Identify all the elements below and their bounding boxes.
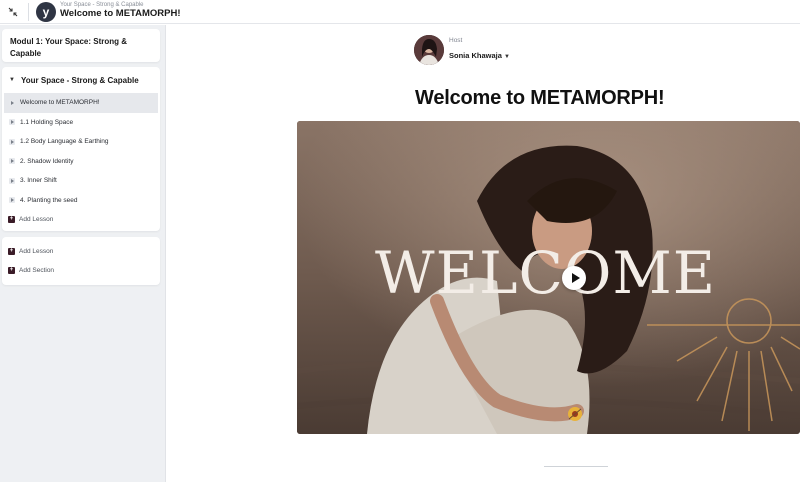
plus-icon: + <box>8 216 15 223</box>
lesson-item-inner-shift[interactable]: 3. Inner Shift <box>2 171 160 191</box>
module-actions-card: + Add Lesson + Add Section <box>2 237 160 285</box>
play-icon <box>9 119 15 126</box>
play-icon <box>9 99 15 106</box>
host-block: Host Sonia Khawaja ▼ <box>414 35 510 65</box>
lesson-item-shadow-identity[interactable]: 2. Shadow Identity <box>2 152 160 172</box>
add-lesson-label: Add Lesson <box>19 216 54 223</box>
course-sidebar: Modul 1: Your Space: Strong & Capable ▼ … <box>0 25 166 482</box>
flower-icon <box>568 407 582 421</box>
lesson-item-welcome[interactable]: Welcome to METAMORPH! <box>4 93 158 113</box>
module-title: Modul 1: Your Space: Strong & Capable <box>10 37 128 58</box>
breadcrumb[interactable]: Your Space - Strong & Capable <box>60 2 181 8</box>
plus-icon: + <box>8 267 15 274</box>
lesson-item-holding-space[interactable]: 1.1 Holding Space <box>2 113 160 133</box>
play-icon <box>9 177 15 184</box>
lesson-label: 4. Planting the seed <box>20 196 78 204</box>
play-icon <box>9 197 15 204</box>
welcome-overlay-text: WELCOME <box>375 239 717 307</box>
divider <box>28 2 29 21</box>
plus-icon: + <box>8 248 15 255</box>
section-card: ▼ Your Space - Strong & Capable Welcome … <box>2 67 160 231</box>
add-lesson-button[interactable]: + Add Lesson <box>2 242 160 261</box>
add-section-button[interactable]: + Add Section <box>2 261 160 280</box>
lesson-label: Welcome to METAMORPH! <box>20 99 100 107</box>
lesson-item-body-language[interactable]: 1.2 Body Language & Earthing <box>2 132 160 152</box>
lesson-label: 2. Shadow Identity <box>20 157 74 165</box>
app-logo[interactable]: y <box>36 1 56 22</box>
play-button[interactable] <box>562 266 586 290</box>
play-icon <box>9 138 15 145</box>
section-header[interactable]: ▼ Your Space - Strong & Capable <box>2 67 160 93</box>
video-player[interactable]: WELCOME <box>297 121 800 434</box>
collapse-icon[interactable] <box>2 1 24 23</box>
lesson-content: Host Sonia Khawaja ▼ Welcome to METAMORPH… <box>167 25 800 482</box>
top-bar: y Your Space - Strong & Capable Welcome … <box>0 0 800 24</box>
section-title: Your Space - Strong & Capable <box>21 75 139 85</box>
lesson-label: 3. Inner Shift <box>20 177 57 185</box>
title-block: Your Space - Strong & Capable Welcome to… <box>60 2 181 19</box>
lesson-item-planting-seed[interactable]: 4. Planting the seed <box>2 191 160 211</box>
caret-down-icon[interactable]: ▼ <box>9 77 21 83</box>
host-info: Host Sonia Khawaja ▼ <box>449 37 510 64</box>
lesson-label: 1.2 Body Language & Earthing <box>20 138 109 146</box>
add-lesson-in-section-button[interactable]: + Add Lesson <box>2 210 160 229</box>
add-lesson-label: Add Lesson <box>19 248 54 255</box>
page-title: Welcome to METAMORPH! <box>415 87 665 109</box>
divider <box>544 466 608 467</box>
avatar[interactable] <box>414 35 444 65</box>
caret-down-icon: ▼ <box>503 54 510 61</box>
document-title: Welcome to METAMORPH! <box>60 7 181 19</box>
host-name-dropdown[interactable]: Sonia Khawaja ▼ <box>449 51 510 60</box>
module-card[interactable]: Modul 1: Your Space: Strong & Capable <box>2 29 160 62</box>
host-name: Sonia Khawaja <box>449 51 502 61</box>
host-label: Host <box>449 36 463 44</box>
play-icon <box>9 158 15 165</box>
add-section-label: Add Section <box>19 267 55 274</box>
lesson-label: 1.1 Holding Space <box>20 118 74 126</box>
